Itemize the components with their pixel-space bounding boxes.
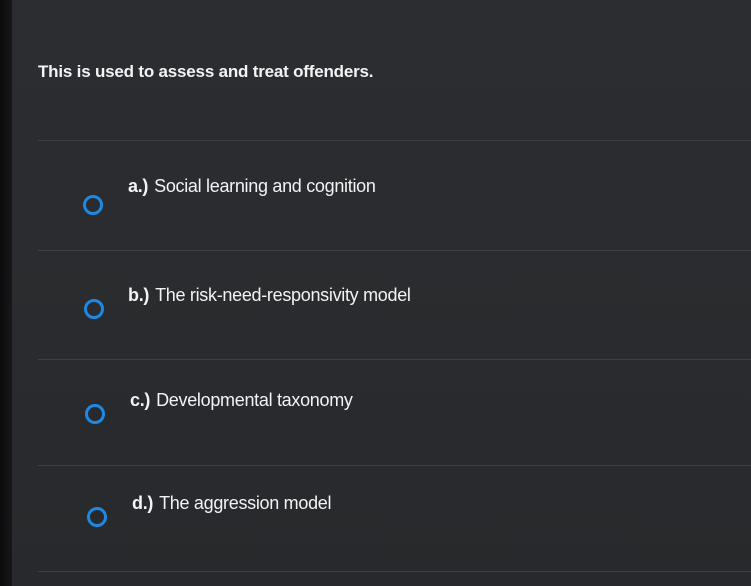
option-b-letter: b.) xyxy=(128,285,150,305)
radio-button-c[interactable] xyxy=(85,404,105,424)
option-a-label: Social learning and cognition xyxy=(154,176,376,196)
option-c-label: Developmental taxonomy xyxy=(156,390,353,410)
option-c[interactable]: c.) Developmental taxonomy xyxy=(38,360,751,464)
option-a-letter: a.) xyxy=(128,176,149,196)
radio-button-b[interactable] xyxy=(84,299,104,319)
quiz-screen: This is used to assess and treat offende… xyxy=(12,0,751,586)
option-d-text[interactable]: d.) The aggression model xyxy=(132,493,332,514)
option-b[interactable]: b.) The risk-need-responsivity model xyxy=(38,251,751,355)
option-c-text[interactable]: c.) Developmental taxonomy xyxy=(130,390,353,411)
question-text: This is used to assess and treat offende… xyxy=(38,62,374,81)
option-a-text[interactable]: a.) Social learning and cognition xyxy=(128,176,376,197)
radio-button-a[interactable] xyxy=(83,195,103,215)
option-b-text[interactable]: b.) The risk-need-responsivity model xyxy=(128,285,411,306)
option-b-label: The risk-need-responsivity model xyxy=(155,285,411,305)
radio-button-d[interactable] xyxy=(87,507,107,527)
option-d-label: The aggression model xyxy=(159,493,332,513)
divider xyxy=(38,571,751,572)
monitor-bezel xyxy=(0,0,12,586)
option-d[interactable]: d.) The aggression model xyxy=(38,466,751,570)
option-d-letter: d.) xyxy=(132,493,154,513)
option-c-letter: c.) xyxy=(130,390,151,410)
option-a[interactable]: a.) Social learning and cognition xyxy=(38,141,751,245)
